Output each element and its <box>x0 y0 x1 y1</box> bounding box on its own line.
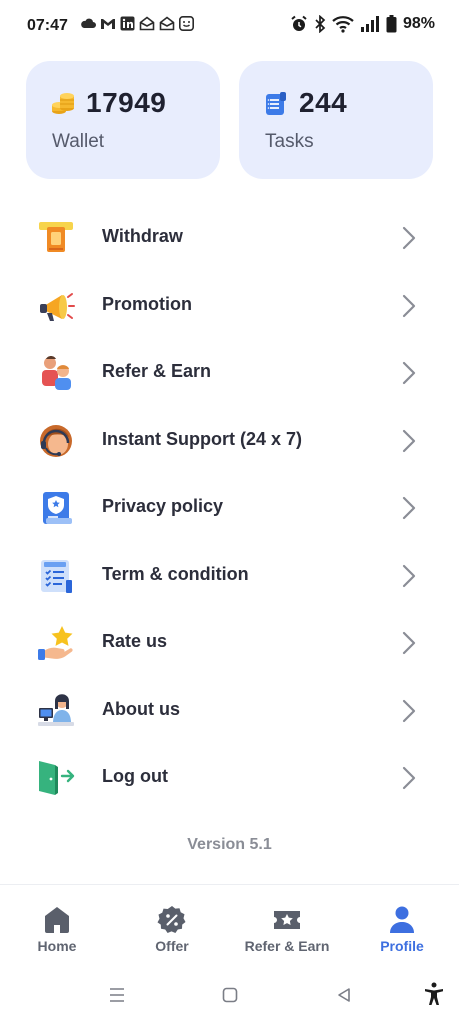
chevron-right-icon <box>402 496 416 520</box>
menu-item-withdraw[interactable]: Withdraw <box>0 204 459 272</box>
tasks-label: Tasks <box>265 131 314 152</box>
nav-label-refer-earn: Refer & Earn <box>244 938 330 954</box>
smiley-app-icon <box>179 16 194 31</box>
linkedin-icon <box>120 16 135 31</box>
menu-label-privacy-policy: Privacy policy <box>102 496 224 516</box>
chevron-right-icon <box>402 294 416 317</box>
profile-menu: Withdraw Promotion Refer & Earn Instant … <box>0 204 459 812</box>
cloud-icon <box>81 18 96 28</box>
system-status-icons: 98% <box>290 15 435 33</box>
nav-home[interactable]: Home <box>0 885 114 969</box>
alarm-icon <box>291 15 307 31</box>
menu-label-promotion: Promotion <box>102 293 192 314</box>
menu-item-about-us[interactable]: About us <box>0 677 459 745</box>
chevron-right-icon <box>402 699 416 722</box>
chevron-right-icon <box>402 564 416 587</box>
star-hand-icon <box>38 626 73 660</box>
wallet-card[interactable]: 17949 Wallet <box>26 61 220 179</box>
person-desk-icon <box>38 693 74 726</box>
notification-icons <box>80 16 194 31</box>
nav-label-offer: Offer <box>155 938 189 954</box>
home-button-icon[interactable] <box>222 986 238 1004</box>
tasks-value: 244 <box>299 87 348 118</box>
offer-badge-icon <box>157 906 186 933</box>
nav-label-home: Home <box>37 938 77 954</box>
menu-label-about-us: About us <box>102 698 180 719</box>
shield-document-icon <box>43 492 72 524</box>
menu-label-withdraw: Withdraw <box>102 226 183 246</box>
menu-item-promotion[interactable]: Promotion <box>0 272 459 340</box>
nav-profile[interactable]: Profile <box>345 885 459 969</box>
chevron-right-icon <box>402 631 416 655</box>
menu-label-term-condition: Term & condition <box>102 563 249 584</box>
task-list-icon <box>266 92 286 115</box>
support-agent-icon <box>40 424 72 457</box>
battery-icon <box>386 15 397 33</box>
chevron-right-icon <box>402 429 416 452</box>
wallet-value: 17949 <box>86 87 167 118</box>
ticket-star-icon <box>274 911 300 929</box>
status-time: 07:47 <box>27 17 68 34</box>
gmail-icon <box>101 18 115 29</box>
bluetooth-icon <box>315 15 326 33</box>
menu-label-instant-support: Instant Support (24 x 7) <box>102 428 303 449</box>
coins-icon <box>52 93 74 114</box>
menu-item-instant-support[interactable]: Instant Support (24 x 7) <box>0 407 459 475</box>
menu-label-rate-us: Rate us <box>102 631 168 651</box>
battery-percentage: 98% <box>402 15 435 32</box>
system-navigation-bar <box>0 968 459 1024</box>
people-icon <box>42 356 71 390</box>
door-exit-icon <box>39 761 75 795</box>
recents-icon[interactable] <box>108 986 126 1004</box>
chevron-right-icon <box>402 361 416 385</box>
profile-icon <box>390 906 414 933</box>
menu-label-log-out: Log out <box>102 766 168 786</box>
chevron-right-icon <box>402 226 416 250</box>
nav-refer-earn[interactable]: Refer & Earn <box>230 885 344 969</box>
wallet-label: Wallet <box>52 131 105 152</box>
mail-open-icon <box>159 16 175 31</box>
wifi-icon <box>332 16 354 33</box>
withdraw-icon <box>39 222 73 252</box>
app-version: Version 5.1 <box>187 836 272 853</box>
checklist-icon <box>41 559 72 593</box>
back-icon[interactable] <box>336 986 352 1004</box>
menu-item-rate-us[interactable]: Rate us <box>0 609 459 677</box>
menu-item-refer-earn[interactable]: Refer & Earn <box>0 339 459 407</box>
menu-item-term-condition[interactable]: Term & condition <box>0 542 459 610</box>
chevron-right-icon <box>402 766 416 790</box>
home-icon <box>45 907 69 933</box>
nav-label-profile: Profile <box>380 938 424 954</box>
menu-label-refer-earn: Refer & Earn <box>102 361 212 381</box>
bottom-navigation: Home Offer Refer & Earn Profile <box>0 884 459 968</box>
menu-item-log-out[interactable]: Log out <box>0 744 459 812</box>
tasks-card[interactable]: 244 Tasks <box>239 61 433 179</box>
nav-offer[interactable]: Offer <box>115 885 229 969</box>
accessibility-icon[interactable] <box>424 982 444 1006</box>
menu-item-privacy-policy[interactable]: Privacy policy <box>0 474 459 542</box>
signal-icon <box>360 16 379 32</box>
status-bar: 07:47 98% <box>0 0 459 52</box>
mail-open-icon <box>139 16 155 31</box>
megaphone-icon <box>40 292 75 321</box>
stats-cards: 17949 Wallet 244 Tasks <box>26 61 433 179</box>
